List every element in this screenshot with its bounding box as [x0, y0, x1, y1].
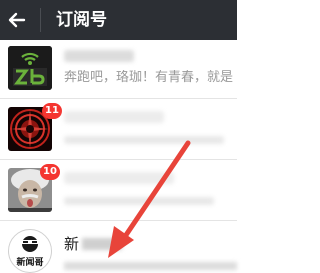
name-blurred — [64, 111, 164, 123]
xinwen-logo-text: 新闻哥 — [16, 258, 44, 268]
name-blurred — [64, 50, 134, 62]
subscription-row-2[interactable]: 11 — [0, 101, 237, 160]
arrow-left-icon[interactable] — [6, 9, 28, 31]
unread-badge: 10 — [40, 164, 60, 180]
preview-blurred — [64, 136, 224, 144]
top-bar: 订阅号 — [0, 0, 237, 40]
name-blurred — [82, 238, 122, 250]
zb-logo-icon — [8, 46, 52, 90]
unread-badge: 11 — [42, 103, 62, 119]
subscription-row-3[interactable]: 10 — [0, 162, 237, 221]
header-divider — [40, 8, 41, 32]
name-blurred — [64, 172, 174, 184]
message-preview: 奔跑吧，珞珈！有青春，就是 — [64, 70, 234, 85]
preview-blurred — [64, 262, 237, 270]
subscription-name: 新 — [64, 235, 80, 253]
subscription-row-zb[interactable]: 奔跑吧，珞珈！有青春，就是 — [0, 40, 237, 99]
preview-blurred — [64, 197, 214, 205]
page-title: 订阅号 — [56, 10, 107, 30]
xinwen-logo-icon: 新闻哥 — [8, 229, 52, 273]
